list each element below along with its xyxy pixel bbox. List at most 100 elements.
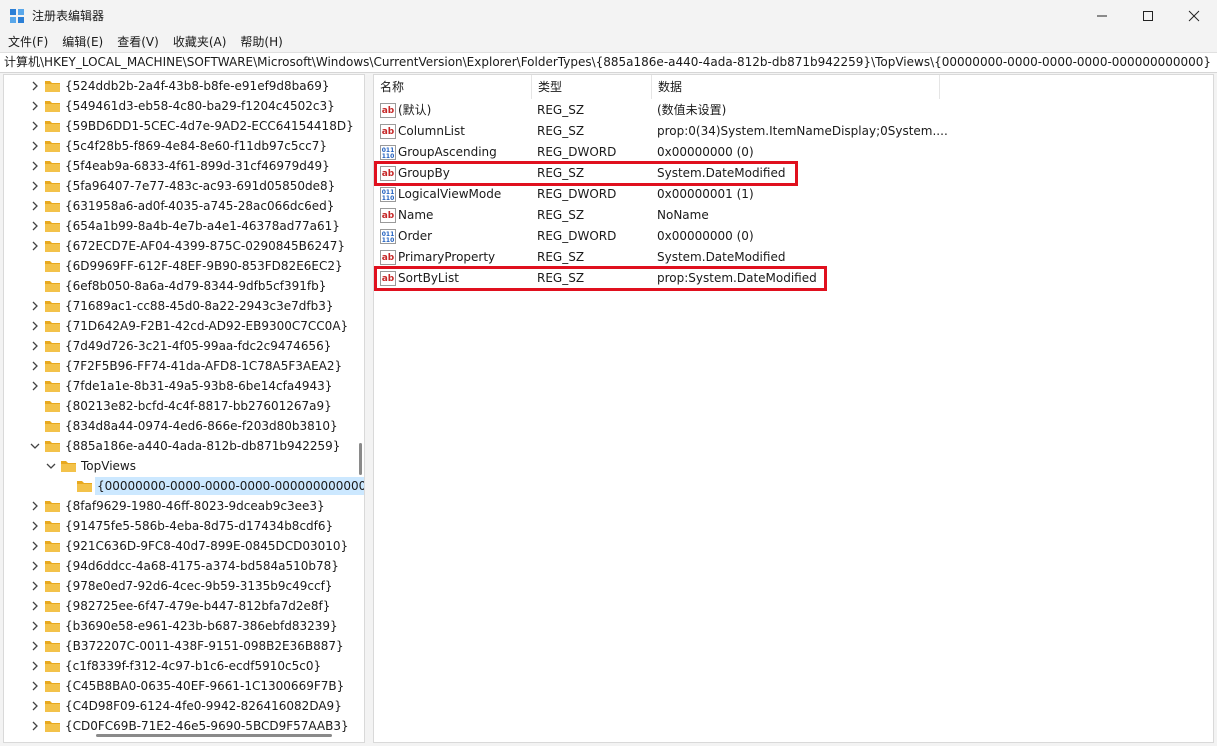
tree-item[interactable]: {654a1b99-8a4b-4e7b-a4e1-46378ad77a61} <box>4 216 354 236</box>
tree-item[interactable]: {885a186e-a440-4ada-812b-db871b942259} <box>4 436 354 456</box>
tree-item[interactable]: {978e0ed7-92d6-4cec-9b59-3135b9c49ccf} <box>4 576 354 596</box>
chevron-right-icon[interactable] <box>29 140 41 152</box>
tree-item[interactable]: {71D642A9-F2B1-42cd-AD92-EB9300C7CC0A} <box>4 316 354 336</box>
svg-text:ab: ab <box>382 253 395 263</box>
svg-text:ab: ab <box>382 127 395 137</box>
value-row[interactable]: ab ColumnList REG_SZ prop:0(34)System.ItemN… <box>374 121 1213 142</box>
tree-item[interactable]: {b3690e58-e961-423b-b687-386ebfd83239} <box>4 616 354 636</box>
value-data: 0x00000001 (1) <box>657 187 754 201</box>
tree-vertical-scroll-thumb[interactable] <box>359 443 362 475</box>
menu-file[interactable]: 文件(F) <box>0 32 55 52</box>
tree-item[interactable]: {549461d3-eb58-4c80-ba29-f1204c4502c3} <box>4 96 354 116</box>
chevron-right-icon[interactable] <box>29 700 41 712</box>
tree-item[interactable]: {91475fe5-586b-4eba-8d75-d17434b8cdf6} <box>4 516 354 536</box>
tree-item-label: {C45B8BA0-0635-40EF-9661-1C1300669F7B} <box>65 679 345 693</box>
menu-view[interactable]: 查看(V) <box>110 32 166 52</box>
value-name: LogicalViewMode <box>398 187 502 201</box>
chevron-right-icon[interactable] <box>29 380 41 392</box>
chevron-right-icon[interactable] <box>29 680 41 692</box>
tree-item-label: {7fde1a1e-8b31-49a5-93b8-6be14cfa4943} <box>65 379 333 393</box>
chevron-right-icon[interactable] <box>29 240 41 252</box>
value-row[interactable]: 011 110 GroupAscending REG_DWORD 0x00000000 … <box>374 142 1213 163</box>
chevron-right-icon[interactable] <box>29 360 41 372</box>
chevron-right-icon[interactable] <box>29 180 41 192</box>
tree-item[interactable]: TopViews <box>4 456 354 476</box>
key-tree-pane[interactable]: {524ddb2b-2a4f-43b8-b8fe-e91ef9d8ba69} {5… <box>3 74 365 743</box>
tree-item[interactable]: {B372207C-0011-438F-9151-098B2E36B887} <box>4 636 354 656</box>
chevron-right-icon[interactable] <box>29 200 41 212</box>
column-header-data[interactable]: 数据 <box>652 75 940 99</box>
tree-item[interactable]: {5f4eab9a-6833-4f61-899d-31cf46979d49} <box>4 156 354 176</box>
chevron-right-icon[interactable] <box>29 160 41 172</box>
chevron-right-icon[interactable] <box>29 620 41 632</box>
minimize-button[interactable] <box>1079 0 1125 31</box>
menu-favorites[interactable]: 收藏夹(A) <box>166 32 234 52</box>
chevron-down-icon[interactable] <box>45 460 57 472</box>
value-row[interactable]: ab Name REG_SZ NoName <box>374 205 1213 226</box>
column-header-name[interactable]: 名称 <box>374 75 532 99</box>
tree-item[interactable]: {5c4f28b5-f869-4e84-8e60-f11db97c5cc7} <box>4 136 354 156</box>
menu-help[interactable]: 帮助(H) <box>233 32 289 52</box>
tree-item[interactable]: {00000000-0000-0000-0000-000000000000} <box>4 476 364 496</box>
chevron-right-icon[interactable] <box>29 320 41 332</box>
chevron-right-icon[interactable] <box>29 340 41 352</box>
tree-item[interactable]: {8faf9629-1980-46ff-8023-9dceab9c3ee3} <box>4 496 354 516</box>
tree-item[interactable]: {94d6ddcc-4a68-4175-a374-bd584a510b78} <box>4 556 354 576</box>
tree-item[interactable]: {524ddb2b-2a4f-43b8-b8fe-e91ef9d8ba69} <box>4 76 354 96</box>
chevron-right-icon[interactable] <box>29 720 41 732</box>
tree-item[interactable]: {7F2F5B96-FF74-41da-AFD8-1C78A5F3AEA2} <box>4 356 354 376</box>
regedit-app-icon <box>10 9 24 23</box>
value-row[interactable]: ab (默认) REG_SZ (数值未设置) <box>374 100 1213 121</box>
values-list-pane[interactable]: 名称 类型 数据 ab (默认) REG_SZ (数值未设置) ab ColumnList… <box>373 74 1214 743</box>
tree-item[interactable]: {6D9969FF-612F-48EF-9B90-853FD82E6EC2} <box>4 256 354 276</box>
folder-icon <box>45 241 60 252</box>
tree-item[interactable]: {631958a6-ad0f-4035-a745-28ac066dc6ed} <box>4 196 354 216</box>
value-name: (默认) <box>398 103 432 117</box>
folder-icon <box>61 461 76 472</box>
tree-item[interactable]: {7d49d726-3c21-4f05-99aa-fdc2c9474656} <box>4 336 354 356</box>
tree-item[interactable]: {71689ac1-cc88-45d0-8a22-2943c3e7dfb3} <box>4 296 354 316</box>
chevron-right-icon[interactable] <box>29 300 41 312</box>
tree-item[interactable]: {672ECD7E-AF04-4399-875C-0290845B6247} <box>4 236 354 256</box>
tree-vertical-scrollbar[interactable] <box>356 75 364 733</box>
tree-item-label: {94d6ddcc-4a68-4175-a374-bd584a510b78} <box>65 559 339 573</box>
chevron-down-icon[interactable] <box>29 440 41 452</box>
tree-item[interactable]: {c1f8339f-f312-4c97-b1c6-ecdf5910c5c0} <box>4 656 354 676</box>
column-header-type[interactable]: 类型 <box>532 75 652 99</box>
chevron-right-icon[interactable] <box>29 100 41 112</box>
tree-item[interactable]: {CD0FC69B-71E2-46e5-9690-5BCD9F57AAB3} <box>4 716 354 736</box>
tree-item[interactable]: {59BD6DD1-5CEC-4d7e-9AD2-ECC64154418D} <box>4 116 354 136</box>
chevron-right-icon[interactable] <box>29 500 41 512</box>
close-button[interactable] <box>1171 0 1217 31</box>
tree-horizontal-scroll-thumb[interactable] <box>96 734 332 737</box>
tree-item[interactable]: {921C636D-9FC8-40d7-899E-0845DCD03010} <box>4 536 354 556</box>
value-data: 0x00000000 (0) <box>657 145 754 159</box>
tree-item[interactable]: {7fde1a1e-8b31-49a5-93b8-6be14cfa4943} <box>4 376 354 396</box>
value-row[interactable]: 011 110 Order REG_DWORD 0x00000000 (0) <box>374 226 1213 247</box>
tree-item[interactable]: {6ef8b050-8a6a-4d79-8344-9dfb5cf391fb} <box>4 276 354 296</box>
chevron-right-icon[interactable] <box>29 640 41 652</box>
title-bar[interactable]: 注册表编辑器 <box>0 0 1217 31</box>
chevron-right-icon[interactable] <box>29 120 41 132</box>
chevron-right-icon[interactable] <box>29 580 41 592</box>
maximize-button[interactable] <box>1125 0 1171 31</box>
tree-item[interactable]: {C4D98F09-6124-4fe0-9942-826416082DA9} <box>4 696 354 716</box>
value-type: REG_DWORD <box>537 145 617 159</box>
tree-item[interactable]: {C45B8BA0-0635-40EF-9661-1C1300669F7B} <box>4 676 354 696</box>
menu-edit[interactable]: 编辑(E) <box>55 32 110 52</box>
address-bar[interactable]: 计算机\HKEY_LOCAL_MACHINE\SOFTWARE\Microsof… <box>0 52 1217 73</box>
value-row[interactable]: ab PrimaryProperty REG_SZ System.DateModifi… <box>374 247 1213 268</box>
tree-item[interactable]: {5fa96407-7e77-483c-ac93-691d05850de8} <box>4 176 354 196</box>
chevron-right-icon[interactable] <box>29 540 41 552</box>
tree-item[interactable]: {982725ee-6f47-479e-b447-812bfa7d2e8f} <box>4 596 354 616</box>
chevron-right-icon[interactable] <box>29 660 41 672</box>
tree-item[interactable]: {80213e82-bcfd-4c4f-8817-bb27601267a9} <box>4 396 354 416</box>
chevron-right-icon[interactable] <box>29 560 41 572</box>
tree-item[interactable]: {834d8a44-0974-4ed6-866e-f203d80b3810} <box>4 416 354 436</box>
folder-icon <box>45 281 60 292</box>
chevron-right-icon[interactable] <box>29 520 41 532</box>
chevron-right-icon[interactable] <box>29 600 41 612</box>
chevron-right-icon[interactable] <box>29 220 41 232</box>
chevron-right-icon[interactable] <box>29 80 41 92</box>
value-row[interactable]: 011 110 LogicalViewMode REG_DWORD 0x00000001… <box>374 184 1213 205</box>
